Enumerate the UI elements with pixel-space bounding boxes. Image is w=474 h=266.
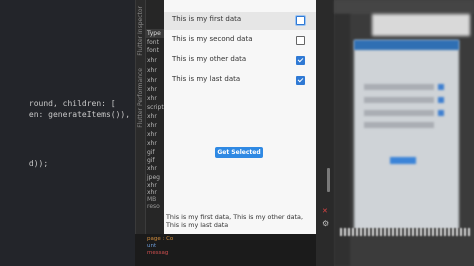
network-cell[interactable]: xhr (147, 122, 157, 129)
background-checkbox (438, 97, 444, 103)
console-line: unt (147, 243, 157, 249)
background-panel (372, 14, 470, 36)
screen: round, children: [ en: generateItems()),… (0, 0, 474, 266)
background-list-item (364, 122, 434, 128)
devtools-gutter: ✕ ⚙ (316, 0, 334, 266)
tab-flutter-performance[interactable]: Flutter Performance (137, 68, 144, 128)
background-app-header (354, 40, 459, 50)
checkbox-checked[interactable] (296, 56, 305, 65)
network-type-column: Type font font xhr xhr xhr xhr xhr scrip… (145, 0, 165, 266)
get-selected-button[interactable]: Get Selected (215, 147, 263, 158)
background-window (334, 0, 474, 266)
network-cell[interactable]: xhr (147, 67, 157, 74)
background-dotted-strip (340, 228, 470, 236)
code-line-3: d)); (28, 159, 49, 168)
network-cell[interactable]: gif (147, 157, 155, 164)
network-footer: MB reso (147, 196, 160, 210)
console-panel: page : Co unt messag (135, 234, 316, 266)
network-cell[interactable]: xhr (147, 189, 157, 196)
selected-result-text: This is my first data, This is my other … (166, 213, 303, 229)
list-item-label: This is my last data (172, 75, 241, 83)
checkbox-checked[interactable] (296, 76, 305, 85)
close-icon[interactable]: ✕ (322, 207, 328, 215)
list-item-label: This is my second data (172, 35, 253, 43)
background-app-preview (354, 40, 459, 230)
list-item[interactable]: This is my second data (164, 32, 316, 50)
network-cell[interactable]: xhr (147, 113, 157, 120)
network-column-header[interactable]: Type (146, 29, 165, 38)
list-item-label: This is my other data (172, 55, 247, 63)
list-item-label: This is my first data (172, 15, 242, 23)
network-cell[interactable]: xhr (147, 95, 157, 102)
network-cell[interactable]: xhr (147, 86, 157, 93)
background-list-item (364, 110, 434, 116)
scrollbar-thumb[interactable] (327, 168, 330, 192)
console-line: page : Co (147, 236, 174, 242)
network-cell[interactable]: script (147, 104, 164, 111)
background-list-item (364, 97, 434, 103)
network-cell[interactable]: jpeg (147, 174, 160, 181)
network-cell[interactable]: xhr (147, 57, 157, 64)
code-line-2: en: generateItems()), (28, 110, 131, 119)
background-checkbox (438, 84, 444, 90)
network-cell[interactable]: font (147, 47, 159, 54)
checkbox[interactable] (296, 36, 305, 45)
list-item[interactable]: This is my first data (164, 12, 316, 30)
tab-flutter-inspector[interactable]: Flutter Inspector (137, 6, 144, 56)
code-editor[interactable]: round, children: [ en: generateItems()),… (0, 0, 135, 266)
gear-icon[interactable]: ⚙ (322, 219, 329, 228)
network-cell[interactable]: gif (147, 149, 155, 156)
app-window: This is my first data This is my second … (164, 0, 316, 234)
network-cell[interactable]: xhr (147, 77, 157, 84)
background-toolbar (334, 0, 474, 14)
network-cell[interactable]: xhr (147, 140, 157, 147)
network-cell[interactable]: xhr (147, 165, 157, 172)
console-line: messag (147, 250, 169, 256)
network-cell[interactable]: xhr (147, 131, 157, 138)
list-item[interactable]: This is my last data (164, 72, 316, 90)
checkbox[interactable] (296, 16, 305, 25)
background-list-item (364, 84, 434, 90)
list-item[interactable]: This is my other data (164, 52, 316, 70)
network-cell[interactable]: xhr (147, 182, 157, 189)
background-button (390, 157, 416, 164)
network-cell[interactable]: font (147, 39, 159, 46)
background-checkbox (438, 110, 444, 116)
